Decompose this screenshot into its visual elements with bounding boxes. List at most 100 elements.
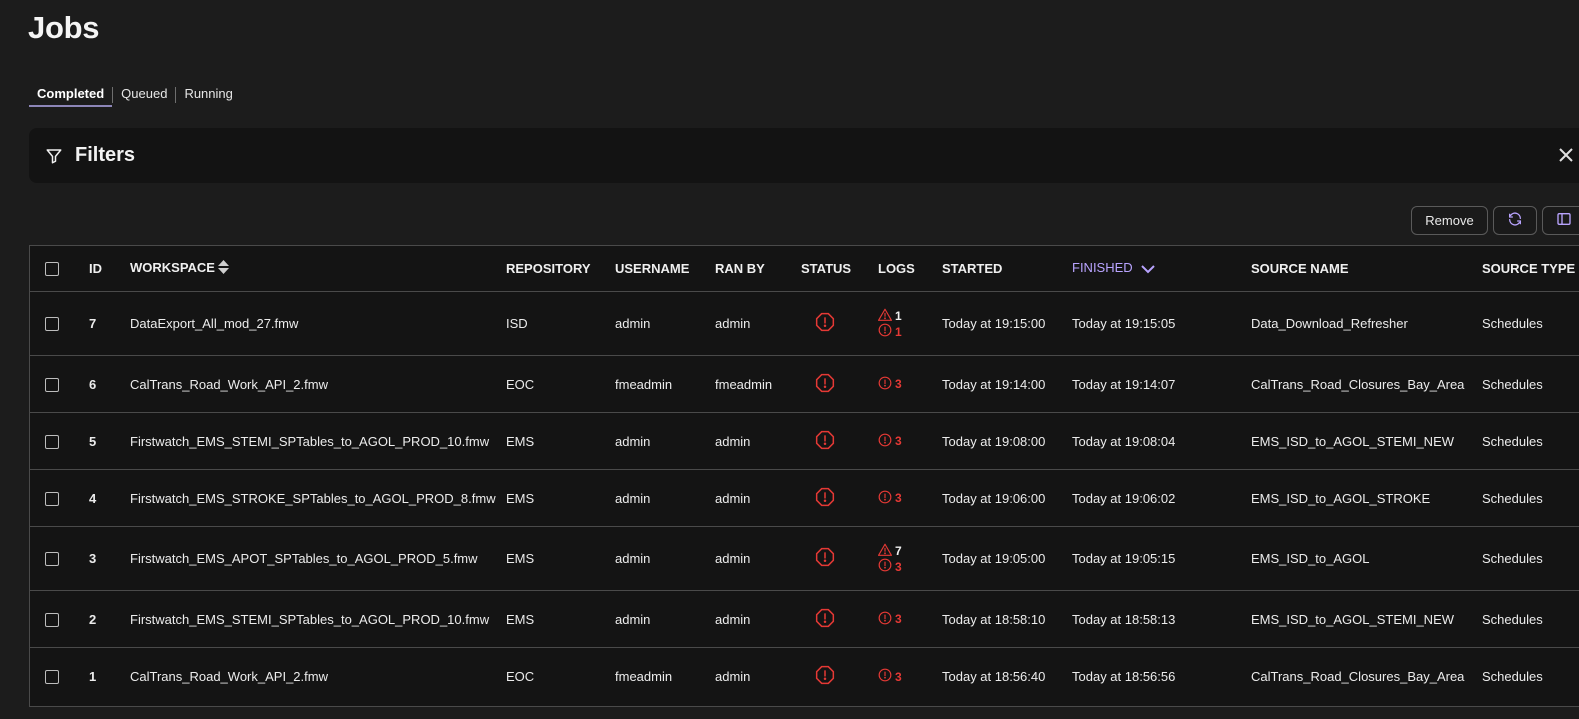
page-title: Jobs [28, 10, 100, 45]
header-source-name[interactable]: SOURCE NAME [1251, 246, 1482, 292]
jobs-table: ID WORKSPACE REPOSITORY USERNAME RAN BY … [29, 245, 1579, 707]
workspace-name[interactable]: Firstwatch_EMS_STEMI_SPTables_to_AGOL_PR… [130, 412, 506, 470]
table-row[interactable]: 4 Firstwatch_EMS_STROKE_SPTables_to_AGOL_… [30, 469, 1579, 527]
header-started[interactable]: STARTED [942, 246, 1072, 292]
table-row[interactable]: 3 Firstwatch_EMS_APOT_SPTables_to_AGOL_PR… [30, 526, 1579, 591]
row-checkbox[interactable] [45, 670, 59, 685]
header-repository[interactable]: REPOSITORY [506, 246, 615, 292]
ran-by: admin [715, 590, 801, 648]
table-row[interactable]: 6 CalTrans_Road_Work_API_2.fmw EOC fmeadmin… [30, 355, 1579, 413]
logs-summary[interactable]: 3 [878, 490, 942, 507]
finished-time: Today at 19:05:15 [1072, 526, 1251, 591]
logs-summary[interactable]: 3 [878, 611, 942, 628]
workspace-name[interactable]: Firstwatch_EMS_STROKE_SPTables_to_AGOL_P… [130, 469, 506, 527]
refresh-button[interactable] [1493, 206, 1537, 235]
error-count: 3 [895, 491, 902, 505]
started-time: Today at 19:14:00 [942, 355, 1072, 413]
workspace-name[interactable]: CalTrans_Road_Work_API_2.fmw [130, 355, 506, 413]
error-count-line: 3 [878, 490, 942, 507]
logs-summary[interactable]: 3 [878, 376, 942, 392]
header-logs[interactable]: LOGS [878, 246, 942, 292]
source-type: Schedules [1482, 412, 1579, 470]
columns-button[interactable] [1542, 206, 1579, 235]
row-checkbox[interactable] [45, 612, 59, 627]
warning-count: 1 [895, 308, 902, 323]
error-count: 3 [895, 434, 902, 448]
error-count: 3 [895, 669, 902, 684]
header-workspace[interactable]: WORKSPACE [130, 246, 506, 292]
row-checkbox[interactable] [45, 434, 59, 449]
filters-panel-header[interactable]: Filters [29, 128, 1579, 183]
started-time: Today at 19:08:00 [942, 412, 1072, 470]
source-name: EMS_ISD_to_AGOL_STEMI_NEW [1251, 412, 1482, 470]
status-cell [801, 412, 878, 470]
error-status-icon[interactable] [815, 373, 835, 396]
source-name: CalTrans_Road_Closures_Bay_Area [1251, 669, 1465, 684]
row-select-cell [30, 412, 89, 470]
repository-name: EOC [506, 355, 615, 413]
header-ran-by[interactable]: RAN BY [715, 246, 801, 292]
remove-button[interactable]: Remove [1411, 206, 1488, 235]
error-status-icon[interactable] [815, 665, 835, 688]
username: admin [615, 590, 715, 648]
filter-icon [45, 147, 63, 165]
logs-summary[interactable]: 11 [878, 308, 942, 339]
table-row[interactable]: 5 Firstwatch_EMS_STEMI_SPTables_to_AGOL_P… [30, 412, 1579, 470]
error-icon [878, 490, 892, 507]
workspace-name[interactable]: DataExport_All_mod_27.fmw [130, 291, 506, 356]
warning-icon [878, 308, 892, 324]
tab-queued[interactable]: Queued [113, 85, 175, 105]
status-cell [801, 590, 878, 648]
header-source-type[interactable]: SOURCE TYPE [1482, 246, 1579, 292]
chevron-down-icon[interactable] [1140, 262, 1155, 277]
sort-both-icon[interactable] [217, 260, 229, 277]
error-status-icon[interactable] [815, 430, 835, 453]
started-time: Today at 19:15:00 [942, 291, 1072, 356]
source-type: Schedules [1482, 526, 1579, 591]
header-status[interactable]: STATUS [801, 246, 878, 292]
job-id: 4 [89, 469, 130, 527]
repository-name: EOC [506, 669, 535, 684]
logs-cell: 73 [878, 526, 942, 591]
header-finished[interactable]: FINISHED [1072, 246, 1251, 292]
error-status-icon[interactable] [815, 312, 835, 335]
source-type: Schedules [1482, 291, 1579, 356]
tab-running[interactable]: Running [176, 85, 240, 105]
row-select-cell [30, 526, 89, 591]
table-row[interactable]: 2 Firstwatch_EMS_STEMI_SPTables_to_AGOL_P… [30, 590, 1579, 648]
logs-summary[interactable]: 3 [878, 668, 942, 684]
row-checkbox[interactable] [45, 377, 59, 392]
error-icon [878, 611, 892, 628]
row-checkbox[interactable] [45, 491, 59, 506]
ran-by: fmeadmin [715, 355, 801, 413]
close-icon[interactable] [1557, 146, 1575, 164]
logs-summary[interactable]: 73 [878, 543, 942, 574]
workspace-name[interactable]: Firstwatch_EMS_APOT_SPTables_to_AGOL_PRO… [130, 526, 506, 591]
workspace-name[interactable]: CalTrans_Road_Work_API_2.fmw [130, 648, 506, 706]
ran-by: admin [715, 469, 801, 527]
logs-summary[interactable]: 3 [878, 433, 942, 449]
header-username[interactable]: USERNAME [615, 246, 715, 292]
logs-cell: 3 [878, 590, 942, 648]
header-id[interactable]: ID [89, 246, 130, 292]
finished-time: Today at 18:56:56 [1072, 669, 1176, 684]
repository-name: EMS [506, 412, 615, 470]
logs-cell: 11 [878, 291, 942, 356]
error-status-icon[interactable] [815, 608, 835, 631]
filters-label: Filters [75, 144, 136, 166]
warning-count: 7 [895, 543, 902, 558]
header-finished-label: FINISHED [1072, 260, 1133, 276]
row-select-cell [30, 648, 89, 706]
workspace-name[interactable]: Firstwatch_EMS_STEMI_SPTables_to_AGOL_PR… [130, 590, 506, 648]
source-name: Data_Download_Refresher [1251, 291, 1482, 356]
error-count-line: 3 [878, 433, 942, 449]
table-row[interactable]: 1 CalTrans_Road_Work_API_2.fmw EOC fmeadmin… [30, 648, 1579, 706]
error-count: 1 [895, 324, 902, 339]
error-status-icon[interactable] [815, 487, 835, 510]
row-checkbox[interactable] [45, 552, 59, 567]
select-all-checkbox[interactable] [45, 262, 59, 277]
table-row[interactable]: 7 DataExport_All_mod_27.fmw ISD admin admin 1… [30, 291, 1579, 356]
row-checkbox[interactable] [45, 317, 59, 332]
tab-completed[interactable]: Completed [29, 85, 113, 107]
error-status-icon[interactable] [815, 547, 835, 570]
